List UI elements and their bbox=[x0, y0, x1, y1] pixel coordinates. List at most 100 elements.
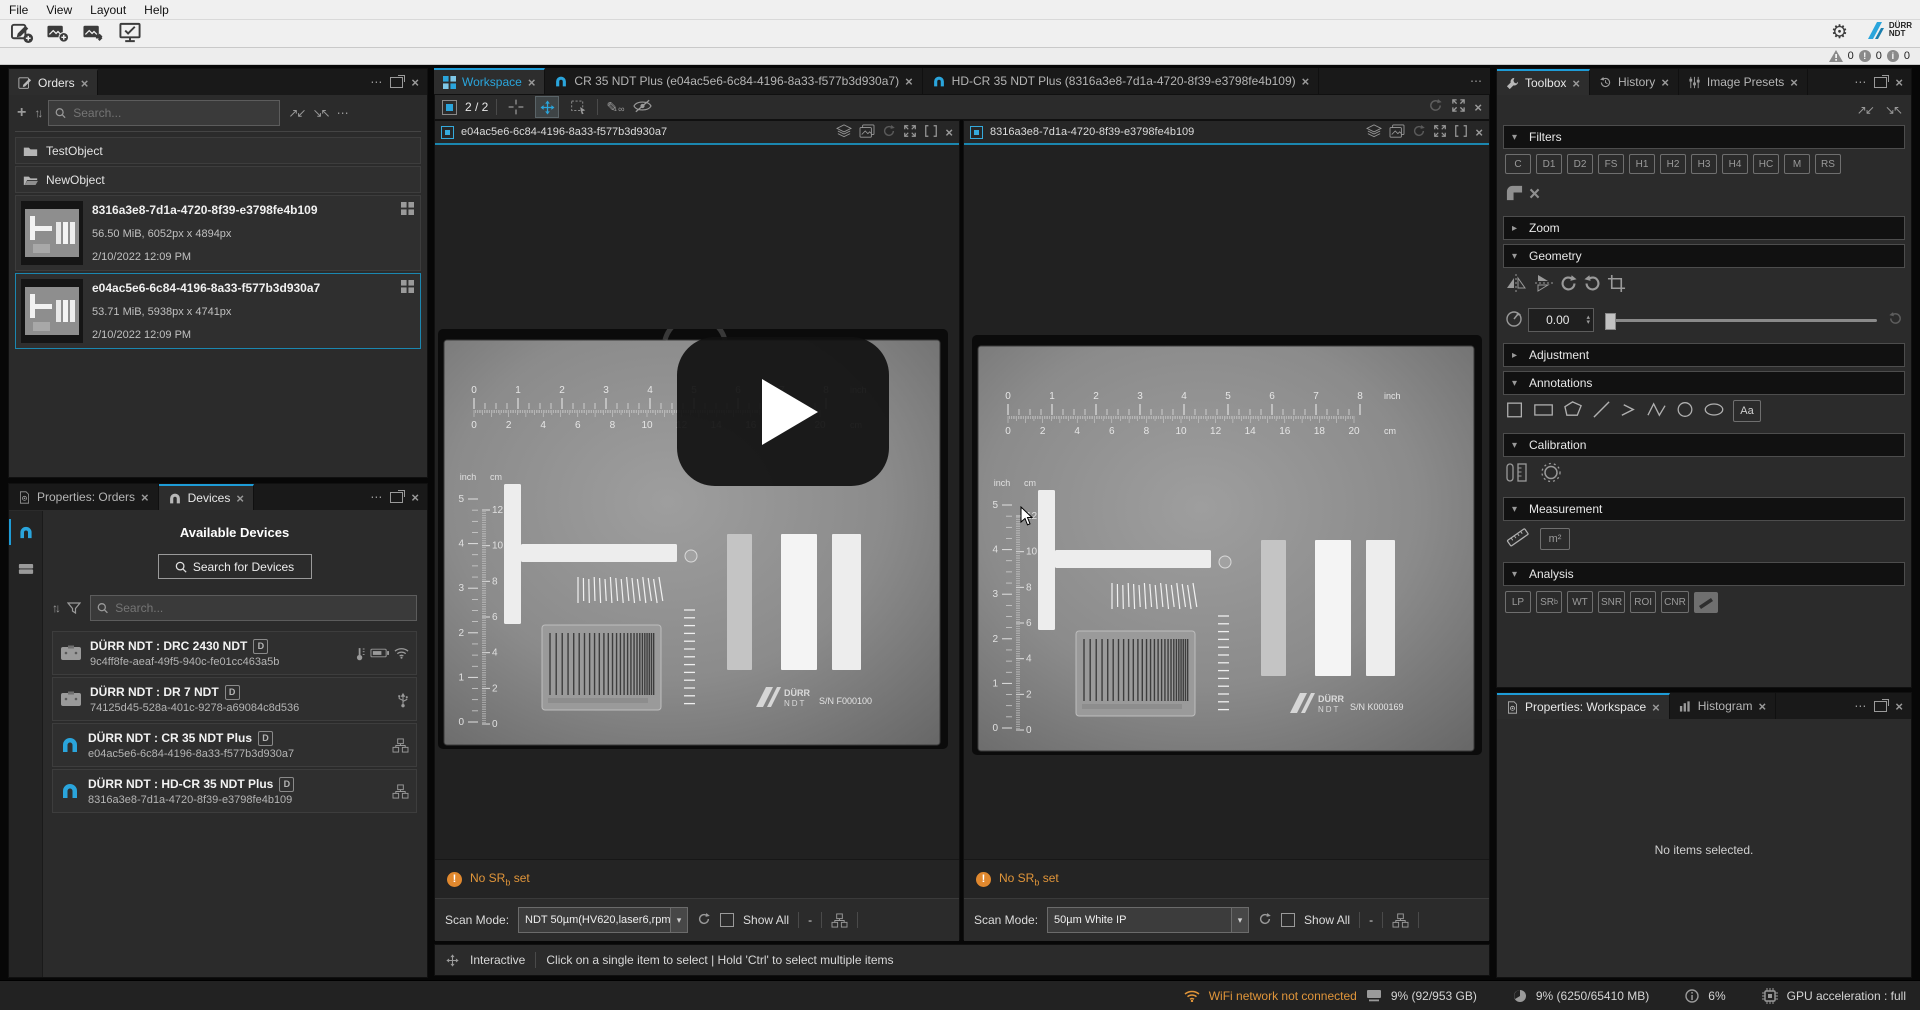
close-icon[interactable]: × bbox=[81, 77, 89, 90]
rotate-cw-icon[interactable] bbox=[1559, 274, 1578, 296]
rotate-dial-icon[interactable] bbox=[1505, 310, 1523, 331]
close-icon[interactable]: × bbox=[1652, 701, 1660, 714]
close-icon[interactable]: × bbox=[1475, 126, 1483, 139]
filter-icon[interactable] bbox=[67, 602, 81, 614]
tab-hdcr35[interactable]: HD-CR 35 NDT Plus (8316a3e8-7d1a-4720-8f… bbox=[923, 68, 1320, 94]
warning-triangle-icon[interactable] bbox=[1829, 50, 1843, 62]
polygon-tool-icon[interactable] bbox=[1563, 400, 1584, 422]
collapse-all-icon[interactable]: ↘↖ bbox=[312, 106, 328, 120]
disk-usage[interactable]: 9% (92/953 GB) bbox=[1391, 989, 1477, 1003]
move-tool-icon[interactable] bbox=[535, 96, 559, 118]
tab-properties-workspace[interactable]: Properties: Workspace× bbox=[1497, 693, 1670, 719]
filter-button[interactable]: H2 bbox=[1660, 154, 1686, 174]
new-order-icon[interactable] bbox=[10, 21, 35, 47]
gpu-status[interactable]: GPU acceleration : full bbox=[1787, 989, 1906, 1003]
marquee-select-icon[interactable] bbox=[567, 97, 589, 117]
circle-tool-icon[interactable] bbox=[1675, 400, 1695, 422]
layers-icon[interactable] bbox=[836, 124, 852, 141]
import-image-icon[interactable] bbox=[81, 21, 107, 47]
tab-image-presets[interactable]: Image Presets× bbox=[1679, 69, 1808, 95]
scan-mode-select[interactable]: 50µm White IP▾ bbox=[1047, 907, 1249, 933]
video-play-overlay[interactable] bbox=[677, 337, 889, 486]
popout-icon[interactable] bbox=[390, 77, 403, 88]
close-icon[interactable]: × bbox=[1758, 700, 1766, 713]
tab-properties-orders[interactable]: Properties: Orders× bbox=[9, 484, 159, 510]
cpu-usage[interactable]: 6% bbox=[1708, 989, 1725, 1003]
tab-workspace[interactable]: Workspace× bbox=[434, 68, 545, 94]
maximize-icon[interactable] bbox=[1433, 124, 1447, 141]
section-adjustment[interactable]: ▸Adjustment bbox=[1503, 343, 1905, 367]
lp-button[interactable]: LP bbox=[1505, 591, 1531, 613]
menu-help[interactable]: Help bbox=[135, 3, 178, 17]
sort-icon[interactable]: ↑↓ bbox=[34, 106, 40, 120]
rail-storage-icon[interactable] bbox=[9, 553, 42, 583]
close-icon[interactable]: × bbox=[1474, 101, 1482, 114]
layers-icon[interactable] bbox=[1366, 124, 1382, 141]
tab-devices[interactable]: Devices× bbox=[159, 484, 254, 510]
memory-usage[interactable]: 9% (6250/65410 MB) bbox=[1536, 989, 1649, 1003]
section-filters[interactable]: ▾Filters bbox=[1503, 125, 1905, 149]
close-icon[interactable]: × bbox=[411, 76, 419, 89]
rotation-value-input[interactable]: 0.00 ▴▾ bbox=[1528, 308, 1594, 332]
xray-image[interactable]: S/N K000169 bbox=[972, 335, 1482, 755]
xray-canvas[interactable]: S/N K000169 bbox=[964, 145, 1489, 859]
refresh-icon[interactable] bbox=[1428, 98, 1443, 116]
crop-icon[interactable] bbox=[1607, 274, 1626, 296]
close-icon[interactable]: × bbox=[1895, 76, 1903, 89]
spin-down-icon[interactable]: ▾ bbox=[1586, 320, 1590, 325]
collapse-all-icon[interactable]: ↘↖ bbox=[1885, 103, 1901, 117]
filter-button[interactable]: FS bbox=[1598, 154, 1624, 174]
device-row[interactable]: DÜRR NDT : DRC 2430 NDTD 9c4ff8fe-aeaf-4… bbox=[52, 631, 417, 675]
folder-row-testobject[interactable]: TestObject bbox=[15, 137, 421, 164]
maximize-icon[interactable] bbox=[1451, 98, 1466, 116]
more-icon[interactable]: ⋯ bbox=[337, 106, 349, 120]
flip-vertical-icon[interactable] bbox=[1532, 273, 1554, 296]
search-for-devices-button[interactable]: Search for Devices bbox=[158, 554, 312, 579]
settings-gear-icon[interactable]: ⚙ bbox=[1831, 21, 1848, 44]
more-icon[interactable]: ⋯ bbox=[1854, 75, 1866, 89]
device-row[interactable]: DÜRR NDT : CR 35 NDT PlusD e04ac5e6-6c84… bbox=[52, 723, 417, 767]
srb-button[interactable]: SRb bbox=[1536, 591, 1562, 613]
viewer-header[interactable]: 8316a3e8-7d1a-4720-8f39-e3798fe4b109 × bbox=[964, 121, 1489, 145]
tab-toolbox[interactable]: Toolbox× bbox=[1497, 69, 1590, 95]
viewer-checkbox[interactable] bbox=[441, 126, 454, 139]
show-all-checkbox[interactable] bbox=[720, 913, 734, 927]
rectangle-tool-icon[interactable] bbox=[1533, 400, 1555, 422]
roi-button[interactable]: ROI bbox=[1630, 591, 1656, 613]
refresh-scan-modes-icon[interactable] bbox=[697, 912, 711, 929]
reset-rotation-icon[interactable] bbox=[1888, 311, 1903, 329]
annotate-pencil-icon[interactable]: ✎∞ bbox=[606, 99, 624, 116]
close-icon[interactable]: × bbox=[1302, 75, 1310, 88]
more-icon[interactable]: ⋯ bbox=[1854, 699, 1866, 713]
close-icon[interactable]: × bbox=[1661, 76, 1669, 89]
menu-layout[interactable]: Layout bbox=[81, 3, 135, 17]
rail-devices-icon[interactable] bbox=[9, 517, 42, 547]
add-icon[interactable]: + bbox=[17, 104, 26, 122]
section-measurement[interactable]: ▾Measurement bbox=[1503, 497, 1905, 521]
slider-handle[interactable] bbox=[1605, 313, 1616, 330]
crosshair-tool-icon[interactable] bbox=[505, 97, 527, 117]
more-icon[interactable]: ⋯ bbox=[370, 490, 382, 504]
order-item[interactable]: e04ac5e6-6c84-4196-8a33-f577b3d930a7 53.… bbox=[15, 273, 421, 349]
add-image-icon[interactable] bbox=[45, 21, 71, 47]
frames-icon[interactable] bbox=[1389, 124, 1405, 141]
close-icon[interactable]: × bbox=[411, 491, 419, 504]
refresh-scan-modes-icon[interactable] bbox=[1258, 912, 1272, 929]
cnr-button[interactable]: CNR bbox=[1661, 591, 1689, 613]
wifi-status[interactable]: WiFi network not connected bbox=[1209, 989, 1357, 1003]
close-icon[interactable]: × bbox=[236, 492, 244, 505]
grid-view-icon[interactable] bbox=[401, 280, 414, 293]
close-icon[interactable]: × bbox=[1572, 77, 1580, 90]
tab-histogram[interactable]: Histogram× bbox=[1670, 693, 1776, 719]
section-geometry[interactable]: ▾Geometry bbox=[1503, 244, 1905, 268]
device-row[interactable]: DÜRR NDT : DR 7 NDTD 74125d45-528a-401c-… bbox=[52, 677, 417, 721]
close-icon[interactable]: × bbox=[945, 126, 953, 139]
folder-row-newobject[interactable]: NewObject bbox=[15, 166, 421, 193]
popout-icon[interactable] bbox=[390, 492, 403, 503]
menu-file[interactable]: File bbox=[0, 3, 37, 17]
filter-button[interactable]: H4 bbox=[1722, 154, 1748, 174]
section-analysis[interactable]: ▾Analysis bbox=[1503, 562, 1905, 586]
close-icon[interactable]: × bbox=[1790, 76, 1798, 89]
filter-button[interactable]: D1 bbox=[1536, 154, 1562, 174]
circle-calibration-icon[interactable] bbox=[1539, 462, 1563, 486]
